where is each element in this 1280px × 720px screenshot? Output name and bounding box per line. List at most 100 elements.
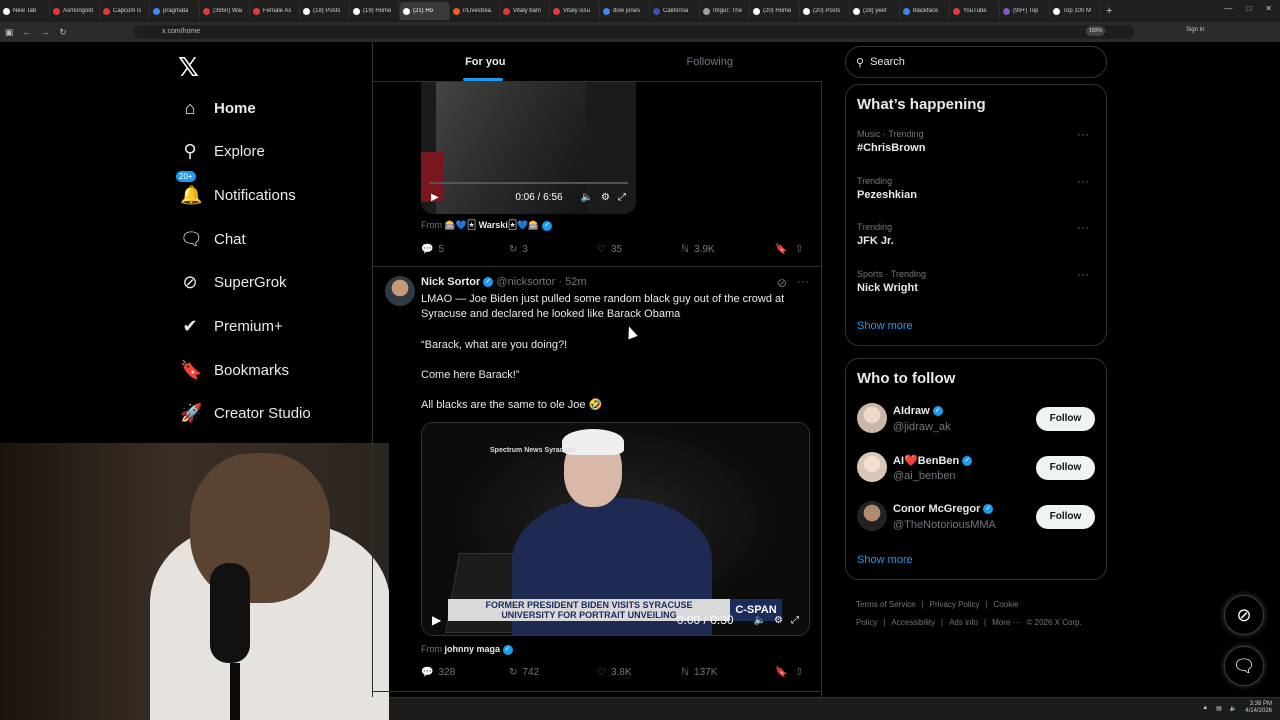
close-icon[interactable]: ✕ (1265, 4, 1272, 13)
browser-tab[interactable]: Female As (250, 2, 300, 20)
browser-tab[interactable]: Top 100 M (1050, 2, 1100, 20)
browser-signin[interactable]: Sign in (1186, 27, 1204, 33)
search-input[interactable]: ⚲ Search (845, 46, 1107, 78)
fullscreen-icon[interactable]: ⤢ (791, 615, 799, 626)
trend-item[interactable]: Music · Trending #ChrisBrown ··· (857, 127, 1097, 154)
follow-suggestion[interactable]: Conor McGregor ✓ @TheNotoriousMMA Follow (857, 501, 1097, 535)
chevron-up-icon[interactable]: ▲ (1202, 705, 1208, 711)
views-button[interactable]: ℕ 137K (681, 667, 775, 678)
grok-icon[interactable]: ⊘ (777, 276, 787, 290)
trend-item[interactable]: Trending Pezeshkian ··· (857, 174, 1097, 201)
browser-tab[interactable]: Vitaly bam (500, 2, 550, 20)
more-options-icon[interactable]: ··· (1077, 127, 1089, 141)
share-button[interactable]: ⇧ (795, 244, 803, 255)
browser-tab[interactable]: Imgur: The (700, 2, 750, 20)
play-icon[interactable]: ▶ (431, 192, 439, 203)
browser-tab[interactable]: (3950) Wai (200, 2, 250, 20)
browser-tab[interactable]: r/Livestrea (450, 2, 500, 20)
browser-tab[interactable]: (20) Home (750, 2, 800, 20)
browser-tab[interactable]: Vitaly issu (550, 2, 600, 20)
avatar[interactable] (857, 501, 887, 531)
more-options-icon[interactable]: ··· (1077, 220, 1089, 234)
fullscreen-icon[interactable]: ⤢ (618, 192, 626, 203)
browser-tab[interactable]: (21) Ho (400, 2, 450, 20)
volume-icon[interactable]: 🔈 (1230, 705, 1237, 712)
like-button[interactable]: ♡ 35 (597, 244, 681, 255)
zoom-indicator[interactable]: 150% (1086, 26, 1105, 36)
repost-button[interactable]: ↻ 3 (509, 244, 597, 255)
nav-supergrok[interactable]: ⊘ SuperGrok (180, 272, 286, 293)
avatar[interactable] (857, 452, 887, 482)
show-more-link[interactable]: Show more (857, 554, 913, 566)
forward-icon[interactable]: → (36, 27, 54, 37)
browser-tab[interactable]: (99+) Top (1000, 2, 1050, 20)
footer-link[interactable]: More ··· (992, 618, 1020, 627)
from-name[interactable]: 🎰💙🃏 Warski🃏💙🎰 (445, 220, 540, 230)
browser-tab[interactable]: pragmata (150, 2, 200, 20)
video-progress-bar[interactable] (429, 182, 628, 184)
browser-tab[interactable]: YouTube (950, 2, 1000, 20)
new-tab-icon[interactable]: + (1106, 5, 1112, 17)
follow-button[interactable]: Follow (1036, 505, 1095, 529)
x-logo[interactable]: 𝕏 (178, 52, 199, 83)
trend-item[interactable]: Trending JFK Jr. ··· (857, 220, 1097, 247)
bookmark-button[interactable]: 🔖 (775, 244, 795, 255)
nav-premium[interactable]: ✔ Premium+ (180, 316, 282, 337)
browser-tab[interactable]: (20) Posts (800, 2, 850, 20)
browser-tab[interactable]: dow jones (600, 2, 650, 20)
follow-button[interactable]: Follow (1036, 456, 1095, 480)
footer-link[interactable]: Accessibility (891, 618, 935, 627)
browser-tab[interactable]: Asmongold (50, 2, 100, 20)
mute-icon[interactable]: 🔈 (754, 615, 766, 626)
mute-icon[interactable]: 🔈 (581, 192, 593, 203)
trend-item[interactable]: Sports · Trending Nick Wright ··· (857, 267, 1097, 294)
like-button[interactable]: ♡ 3.8K (597, 667, 681, 678)
browser-tab[interactable]: (18) Posts (300, 2, 350, 20)
nav-bookmarks[interactable]: 🔖 Bookmarks (180, 360, 289, 381)
messages-floating-button[interactable]: 🗨 (1224, 646, 1264, 686)
browser-tab[interactable]: California (650, 2, 700, 20)
network-icon[interactable]: ▤ (1216, 705, 1222, 712)
back-icon[interactable]: ← (18, 27, 36, 37)
more-options-icon[interactable]: ··· (797, 274, 809, 288)
settings-icon[interactable]: ⚙ (774, 615, 783, 626)
author-handle[interactable]: @nicksortor (496, 276, 555, 288)
avatar[interactable] (385, 276, 415, 306)
post-time[interactable]: 52m (565, 276, 586, 288)
nav-notifications[interactable]: 🔔 20+ Notifications (176, 171, 296, 206)
share-button[interactable]: ⇧ (795, 667, 803, 678)
views-button[interactable]: ℕ 3.9K (681, 244, 775, 255)
nav-explore[interactable]: ⚲ Explore (180, 141, 264, 162)
post1-video[interactable]: ▶ 0:06 / 6:56 🔈 ⚙ ⤢ (421, 82, 636, 214)
tab-following[interactable]: Following (598, 42, 823, 81)
author-name[interactable]: Nick Sortor (421, 276, 480, 288)
footer-link[interactable]: © 2026 X Corp. (1027, 618, 1082, 627)
clock[interactable]: 3:38 PM 4/14/2026 (1245, 701, 1272, 715)
more-options-icon[interactable]: ··· (1077, 174, 1089, 188)
show-more-link[interactable]: Show more (857, 320, 913, 332)
avatar[interactable] (857, 403, 887, 433)
tab-for-you[interactable]: For you (373, 42, 598, 81)
reply-button[interactable]: 💬 5 (421, 244, 509, 255)
nav-chat[interactable]: 🗨 Chat (180, 229, 246, 250)
settings-icon[interactable]: ⚙ (601, 192, 610, 203)
reload-icon[interactable]: ↻ (54, 27, 72, 38)
footer-link[interactable]: Terms of Service (856, 600, 916, 609)
from-name[interactable]: johnny maga (445, 644, 501, 654)
nav-creator-studio[interactable]: 🚀 Creator Studio (180, 403, 311, 424)
footer-link[interactable]: Ads info (949, 618, 978, 627)
sidebar-toggle-icon[interactable]: ▣ (0, 27, 18, 38)
browser-tab[interactable]: blackface (900, 2, 950, 20)
nav-home[interactable]: ⌂ Home (180, 98, 256, 119)
post2-video[interactable]: Spectrum News Syracuse FORMER PRESIDENT … (421, 422, 810, 636)
browser-tab[interactable]: Capcom is (100, 2, 150, 20)
follow-button[interactable]: Follow (1036, 407, 1095, 431)
minimize-icon[interactable]: — (1224, 4, 1232, 13)
browser-tab[interactable]: (19) Home (350, 2, 400, 20)
follow-suggestion[interactable]: AI❤️BenBen ✓ @ai_benben Follow (857, 452, 1097, 486)
play-icon[interactable]: ▶ (432, 613, 441, 627)
more-options-icon[interactable]: ··· (1077, 267, 1089, 281)
maximize-icon[interactable]: □ (1246, 4, 1251, 13)
footer-link[interactable]: Privacy Policy (930, 600, 980, 609)
reply-button[interactable]: 💬 328 (421, 667, 509, 678)
